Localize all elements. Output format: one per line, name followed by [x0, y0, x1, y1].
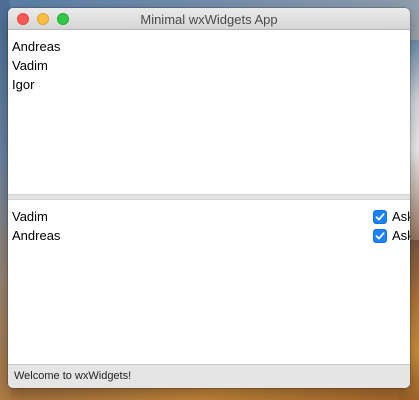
list-item[interactable]: Andreas: [12, 37, 60, 56]
ask-checkbox[interactable]: [373, 229, 387, 243]
ask-checkbox[interactable]: [373, 210, 387, 224]
checkmark-icon: [375, 232, 385, 240]
status-text: Welcome to wxWidgets!: [14, 370, 132, 382]
status-bar: Welcome to wxWidgets!: [8, 364, 410, 388]
app-window: Minimal wxWidgets App Andreas Vadim Igor…: [8, 8, 410, 388]
ask-checkbox-label[interactable]: Ask: [392, 207, 410, 226]
list-item-name[interactable]: Andreas: [12, 226, 60, 245]
bottom-list[interactable]: Vadim Ask Andreas Ask: [8, 200, 410, 364]
title-bar[interactable]: Minimal wxWidgets App: [8, 8, 410, 30]
top-list[interactable]: Andreas Vadim Igor: [8, 30, 410, 194]
checkmark-icon: [375, 213, 385, 221]
window-title: Minimal wxWidgets App: [140, 12, 278, 27]
list-item-name[interactable]: Vadim: [12, 207, 48, 226]
list-item[interactable]: Igor: [12, 75, 34, 94]
list-item[interactable]: Vadim: [12, 56, 48, 75]
ask-checkbox-label[interactable]: Ask: [392, 226, 410, 245]
